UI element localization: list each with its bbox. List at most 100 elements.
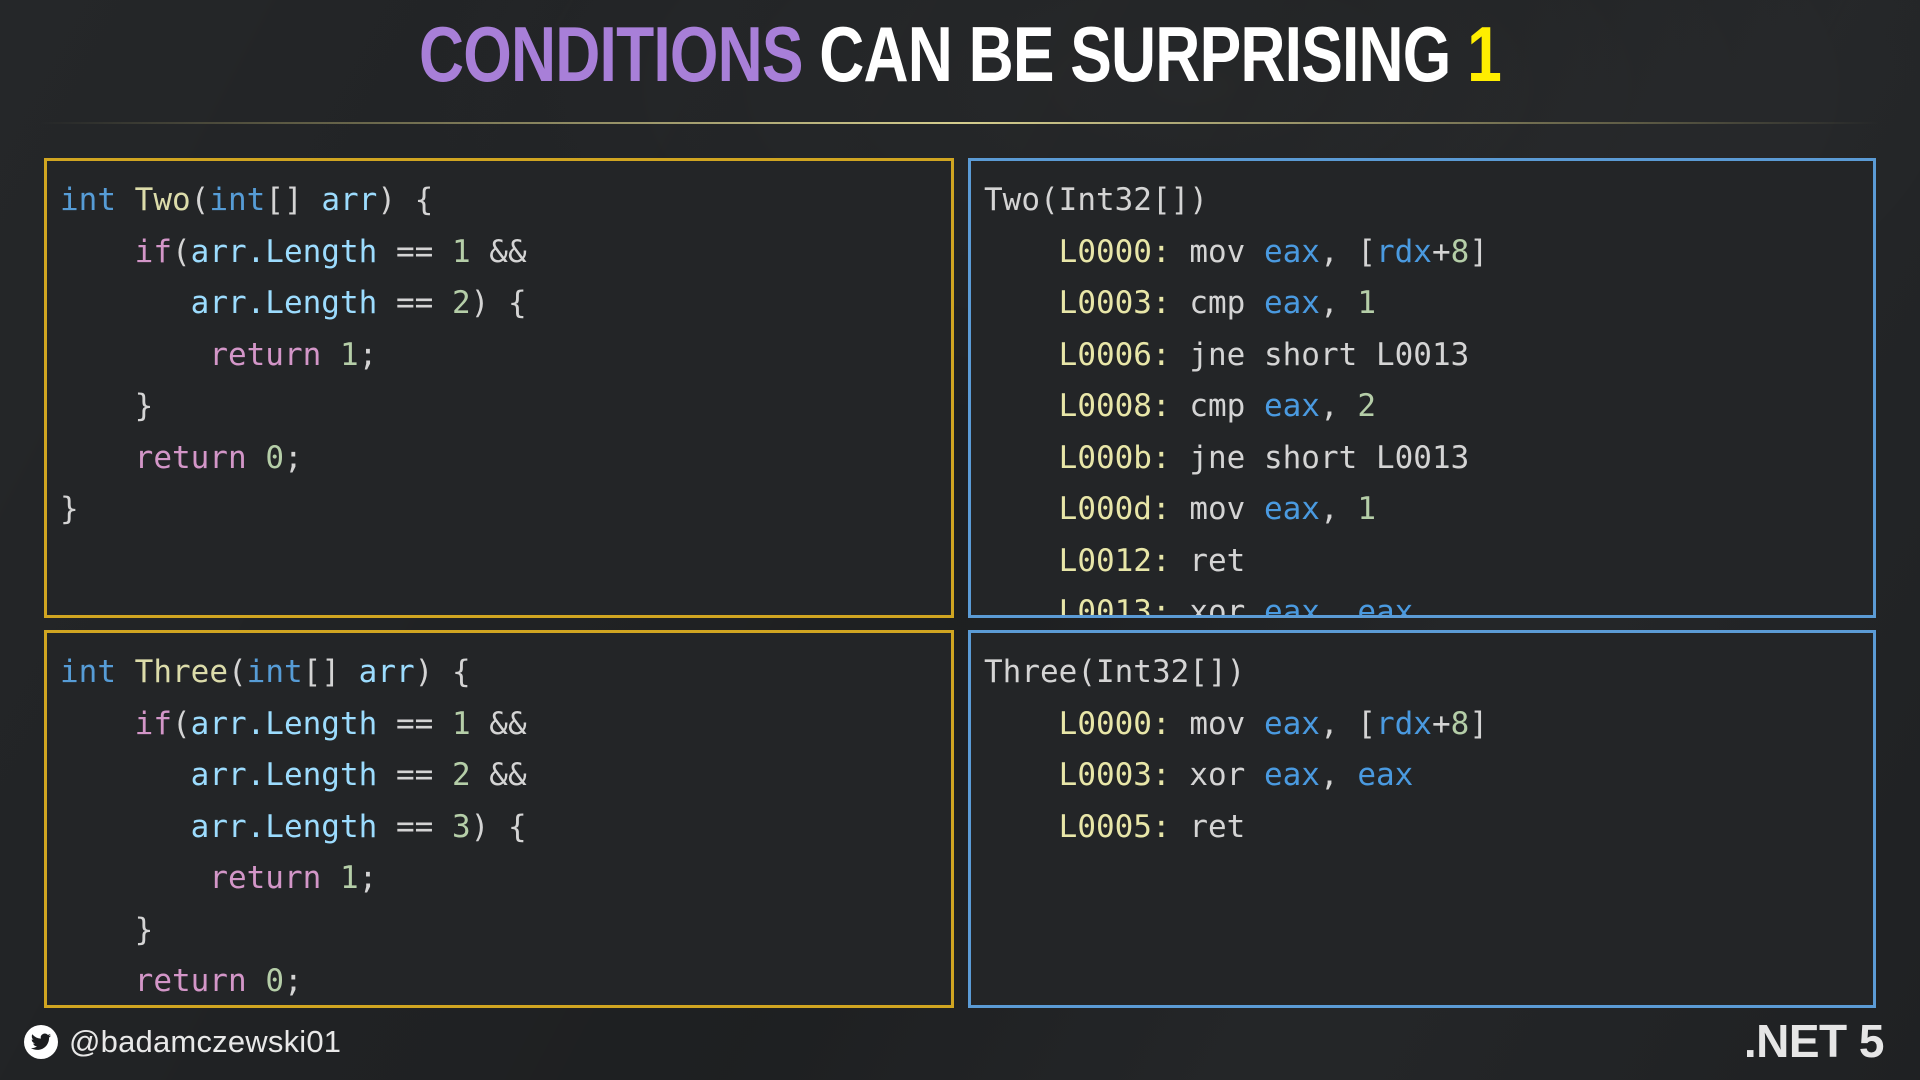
- code-token: 2: [451, 757, 471, 793]
- code-token: 8: [1450, 705, 1470, 742]
- code-line: L0000: mov eax, [rdx+8]: [984, 227, 1873, 279]
- code-line: int Two(int[] arr) {: [60, 175, 951, 227]
- code-token: ;: [358, 860, 378, 896]
- code-token: }: [60, 388, 154, 424]
- code-token: +: [1431, 233, 1451, 270]
- code-token: arr.Length: [190, 808, 378, 845]
- code-token: ) {: [377, 182, 434, 218]
- code-token: arr.Length: [190, 757, 378, 793]
- code-line: }: [60, 484, 951, 536]
- page-title: CONDITIONS CAN BE SURPRISING 1: [192, 5, 1728, 103]
- dotnet-version-badge: .NET 5: [1743, 1015, 1885, 1067]
- code-line: if(arr.Length == 1 &&: [60, 227, 951, 279]
- code-token: ;: [283, 439, 303, 476]
- code-line: arr.Length == 3) {: [60, 802, 951, 854]
- code-line: Two(Int32[]): [984, 175, 1873, 227]
- code-token: arr.Length: [190, 705, 378, 742]
- code-line: if(arr.Length == 1 &&: [60, 699, 951, 751]
- asm-code-pane-three[interactable]: Three(Int32[]) L0000: mov eax, [rdx+8] L…: [968, 630, 1876, 1008]
- code-token: jne short L0013: [1189, 336, 1470, 373]
- code-token: return: [134, 439, 247, 476]
- code-line: L0005: ret: [984, 802, 1873, 854]
- code-token: 0: [265, 963, 284, 999]
- csharp-code-pane-two[interactable]: int Two(int[] arr) { if(arr.Length == 1 …: [44, 158, 954, 618]
- code-line: L0006: jne short L0013: [984, 330, 1873, 382]
- code-line: L0013: xor eax, eax: [984, 587, 1873, 618]
- code-token: &&: [470, 233, 527, 270]
- code-token: (: [171, 233, 191, 270]
- code-token: Two(Int32[]): [984, 182, 1208, 218]
- code-token: []: [302, 654, 359, 690]
- code-token: L0003:: [1058, 757, 1171, 793]
- title-highlight-word: CONDITIONS: [419, 10, 804, 98]
- code-line: return 1;: [60, 853, 951, 905]
- code-token: 1: [451, 705, 471, 742]
- code-token: 3: [451, 808, 471, 845]
- title-number-badge: 1: [1467, 10, 1502, 98]
- code-token: eax: [1357, 757, 1414, 793]
- code-line: arr.Length == 2) {: [60, 278, 951, 330]
- code-token: L0012:: [1058, 542, 1171, 579]
- code-token: 1: [339, 336, 359, 373]
- code-token: if: [134, 233, 172, 270]
- twitter-handle[interactable]: @badamczewski01: [24, 1024, 341, 1060]
- asm-code-pane-two[interactable]: Two(Int32[]) L0000: mov eax, [rdx+8] L00…: [968, 158, 1876, 618]
- code-block-asm-three: Three(Int32[]) L0000: mov eax, [rdx+8] L…: [971, 633, 1873, 853]
- code-token: L0006:: [1058, 336, 1171, 373]
- csharp-code-pane-three[interactable]: int Three(int[] arr) { if(arr.Length == …: [44, 630, 954, 1008]
- twitter-handle-text: @badamczewski01: [69, 1024, 342, 1059]
- code-token: 1: [1357, 285, 1376, 321]
- code-line: Three(Int32[]): [984, 647, 1873, 699]
- code-token: ==: [377, 808, 452, 845]
- code-token: int: [209, 182, 266, 218]
- code-line: L0000: mov eax, [rdx+8]: [984, 699, 1873, 751]
- twitter-bird-icon: [24, 1025, 58, 1059]
- code-token: ,: [1319, 594, 1358, 618]
- code-token: L000d:: [1058, 491, 1171, 527]
- code-token: (: [228, 654, 247, 690]
- code-line: return 1;: [60, 330, 951, 382]
- code-token: ;: [283, 963, 303, 999]
- code-line: L0008: cmp eax, 2: [984, 381, 1873, 433]
- code-token: ret: [1189, 542, 1246, 579]
- code-line: }: [60, 381, 951, 433]
- code-token: (: [190, 182, 210, 218]
- code-token: rdx: [1375, 705, 1432, 742]
- code-token: L0013:: [1058, 594, 1171, 618]
- code-token: , [: [1319, 233, 1376, 270]
- slide-footer: @badamczewski01 .NET 5: [0, 1008, 1920, 1080]
- code-token: xor: [1189, 757, 1246, 793]
- code-token: &&: [470, 757, 527, 793]
- code-token: ]: [1469, 233, 1488, 270]
- code-token: 1: [1357, 491, 1376, 527]
- code-token: return: [209, 336, 322, 373]
- code-token: eax: [1263, 285, 1320, 321]
- code-line: return 0;: [60, 433, 951, 485]
- slide-header: CONDITIONS CAN BE SURPRISING 1: [0, 0, 1920, 126]
- code-line: L0003: cmp eax, 1: [984, 278, 1873, 330]
- code-token: return: [134, 963, 247, 999]
- title-spacer-2: [1451, 10, 1468, 98]
- code-token: ) {: [470, 808, 527, 845]
